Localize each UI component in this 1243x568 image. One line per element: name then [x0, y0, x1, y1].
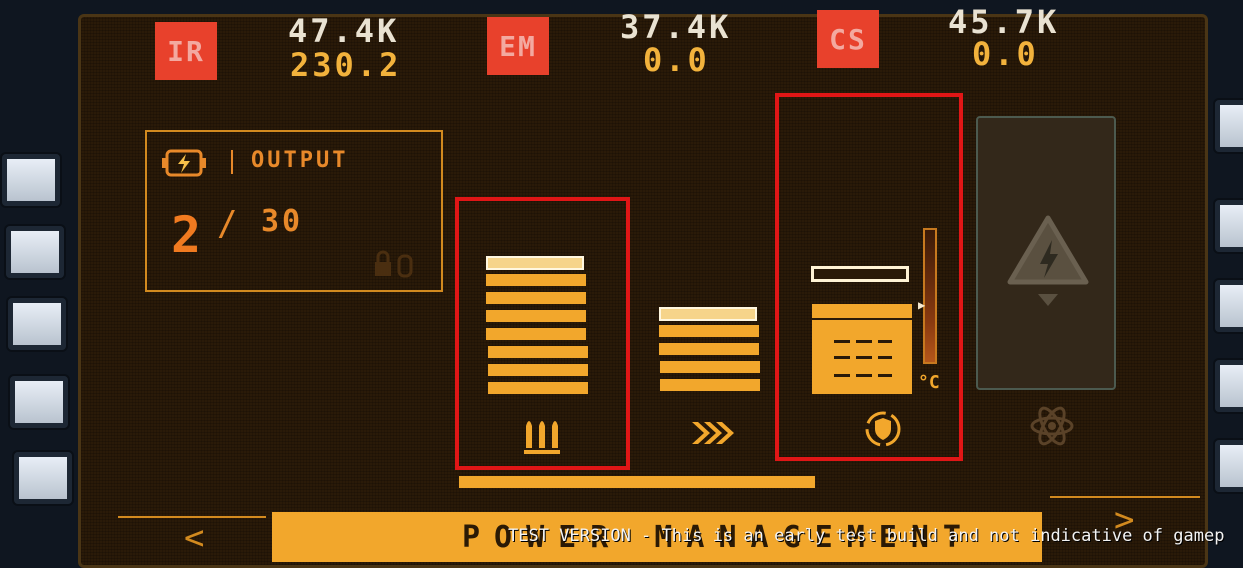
right-button-4[interactable]: [1215, 360, 1243, 412]
power-output-panel: OUTPUT 2 / 30: [145, 130, 443, 292]
thrusters-bar: [660, 379, 760, 391]
output-max: 30: [261, 204, 304, 239]
output-label: OUTPUT: [251, 148, 349, 173]
prev-page-button[interactable]: <: [184, 518, 204, 558]
shields-highlight: [775, 93, 963, 461]
cs-value-bottom: 0.0: [972, 35, 1039, 73]
output-divider: [231, 150, 233, 174]
cs-badge: CS: [817, 10, 879, 68]
ir-badge: IR: [155, 22, 217, 80]
em-badge: EM: [487, 17, 549, 75]
chevron-forward-icon: [692, 422, 734, 444]
right-button-rail: [1203, 100, 1243, 530]
warning-power-icon: [1007, 215, 1089, 306]
weapons-highlight: [455, 197, 630, 470]
ir-value-bottom: 230.2: [290, 46, 402, 84]
side-button-3[interactable]: [8, 298, 66, 350]
test-version-banner: TEST VERSION - This is an early test bui…: [508, 526, 1225, 546]
thrusters-bar-top: [659, 307, 757, 321]
power-cell-icon: [162, 149, 206, 177]
side-button-2[interactable]: [6, 226, 64, 278]
em-value-bottom: 0.0: [643, 41, 710, 79]
footer-line-right: [1050, 496, 1200, 498]
ir-value-top: 47.4K: [288, 12, 400, 50]
right-button-5[interactable]: [1215, 440, 1243, 492]
thrusters-bar: [660, 361, 760, 373]
quantum-power-column[interactable]: [976, 116, 1116, 390]
right-button-3[interactable]: [1215, 280, 1243, 332]
right-button-2[interactable]: [1215, 200, 1243, 252]
side-button-5[interactable]: [14, 452, 72, 504]
total-allocation-bar: [459, 476, 815, 488]
left-button-rail: [0, 130, 80, 530]
lock-icon: [375, 250, 413, 278]
right-button-1[interactable]: [1215, 100, 1243, 152]
output-separator: /: [217, 204, 238, 244]
output-current: 2: [171, 206, 202, 264]
thrusters-bar: [659, 343, 759, 355]
side-button-4[interactable]: [10, 376, 68, 428]
thrusters-bar: [659, 325, 759, 337]
side-button-1[interactable]: [2, 154, 60, 206]
atom-icon: [1030, 406, 1074, 446]
